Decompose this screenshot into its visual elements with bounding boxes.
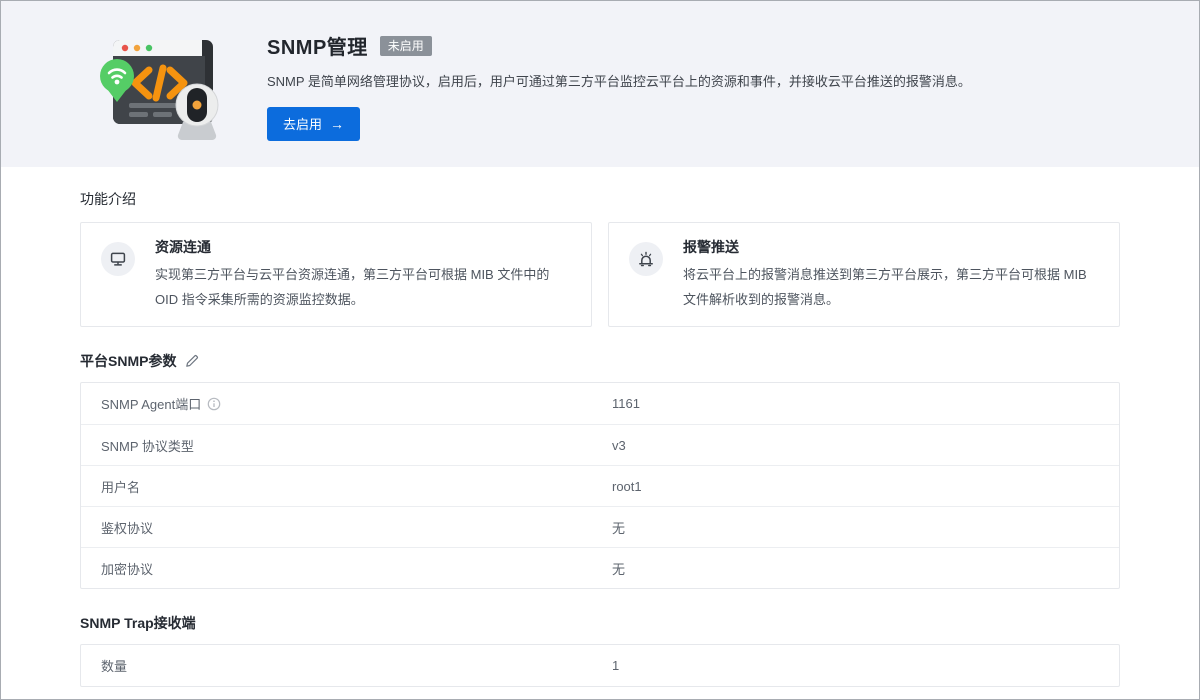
pencil-icon	[185, 354, 199, 368]
feature-card-text: 资源连通 实现第三方平台与云平台资源连通，第三方平台可根据 MIB 文件中的 O…	[155, 238, 571, 312]
row-value: v3	[612, 438, 626, 453]
feature-card-text: 报警推送 将云平台上的报警消息推送到第三方平台展示，第三方平台可根据 MIB 文…	[683, 238, 1099, 312]
row-value: 1161	[612, 396, 640, 411]
enable-button-label: 去启用	[283, 114, 322, 133]
monitor-icon	[101, 242, 135, 276]
feature-card-title: 资源连通	[155, 238, 571, 257]
edit-params-button[interactable]	[185, 354, 199, 368]
page-content: 功能介绍 资源连通 实现第三方平台与云平台资源连通，第三方平台可根据 MIB 文…	[1, 189, 1199, 687]
page-description: SNMP 是简单网络管理协议，启用后，用户可通过第三方平台监控云平台上的资源和事…	[267, 71, 971, 90]
row-label: 加密协议	[81, 559, 612, 578]
table-row: SNMP 协议类型 v3	[81, 424, 1119, 465]
table-row: 用户名 root1	[81, 465, 1119, 506]
row-label: SNMP 协议类型	[81, 436, 612, 455]
status-badge: 未启用	[380, 36, 432, 56]
enable-button[interactable]: 去启用 →	[267, 107, 360, 141]
arrow-right-icon: →	[330, 117, 344, 131]
snmp-illustration-icon	[85, 25, 235, 145]
row-value: 无	[612, 559, 625, 578]
feature-card-alarm: 报警推送 将云平台上的报警消息推送到第三方平台展示，第三方平台可根据 MIB 文…	[608, 222, 1120, 327]
table-row: SNMP Agent端口 1161	[81, 383, 1119, 424]
feature-cards: 资源连通 实现第三方平台与云平台资源连通，第三方平台可根据 MIB 文件中的 O…	[80, 222, 1120, 327]
alarm-icon	[629, 242, 663, 276]
info-icon[interactable]	[207, 397, 221, 411]
snmp-params-table: SNMP Agent端口 1161 SNMP 协议类型 v3 用户名	[80, 382, 1120, 589]
feature-card-description: 实现第三方平台与云平台资源连通，第三方平台可根据 MIB 文件中的 OID 指令…	[155, 262, 571, 312]
page-header: SNMP管理 未启用 SNMP 是简单网络管理协议，启用后，用户可通过第三方平台…	[1, 1, 1199, 167]
table-row: 鉴权协议 无	[81, 506, 1119, 547]
params-section-header: 平台SNMP参数	[80, 351, 1120, 371]
header-text-block: SNMP管理 未启用 SNMP 是简单网络管理协议，启用后，用户可通过第三方平台…	[267, 25, 971, 167]
row-label: SNMP Agent端口	[81, 394, 612, 413]
features-section-title: 功能介绍	[80, 189, 1120, 209]
table-row: 数量 1	[81, 645, 1119, 686]
trap-section-header: SNMP Trap接收端	[80, 613, 1120, 633]
feature-card-title: 报警推送	[683, 238, 1099, 257]
table-row: 加密协议 无	[81, 547, 1119, 588]
row-label: 数量	[81, 656, 612, 675]
snmp-trap-table: 数量 1	[80, 644, 1120, 687]
feature-card-description: 将云平台上的报警消息推送到第三方平台展示，第三方平台可根据 MIB 文件解析收到…	[683, 262, 1099, 312]
row-value: 1	[612, 658, 619, 673]
feature-card-resource: 资源连通 实现第三方平台与云平台资源连通，第三方平台可根据 MIB 文件中的 O…	[80, 222, 592, 327]
page-title: SNMP管理	[267, 31, 368, 60]
row-label: 鉴权协议	[81, 518, 612, 537]
row-label-text: SNMP Agent端口	[101, 394, 201, 413]
snmp-management-page: SNMP管理 未启用 SNMP 是简单网络管理协议，启用后，用户可通过第三方平台…	[0, 0, 1200, 700]
trap-section-title: SNMP Trap接收端	[80, 613, 196, 633]
row-value: root1	[612, 479, 642, 494]
row-label: 用户名	[81, 477, 612, 496]
row-value: 无	[612, 518, 625, 537]
params-section-title: 平台SNMP参数	[80, 351, 176, 371]
